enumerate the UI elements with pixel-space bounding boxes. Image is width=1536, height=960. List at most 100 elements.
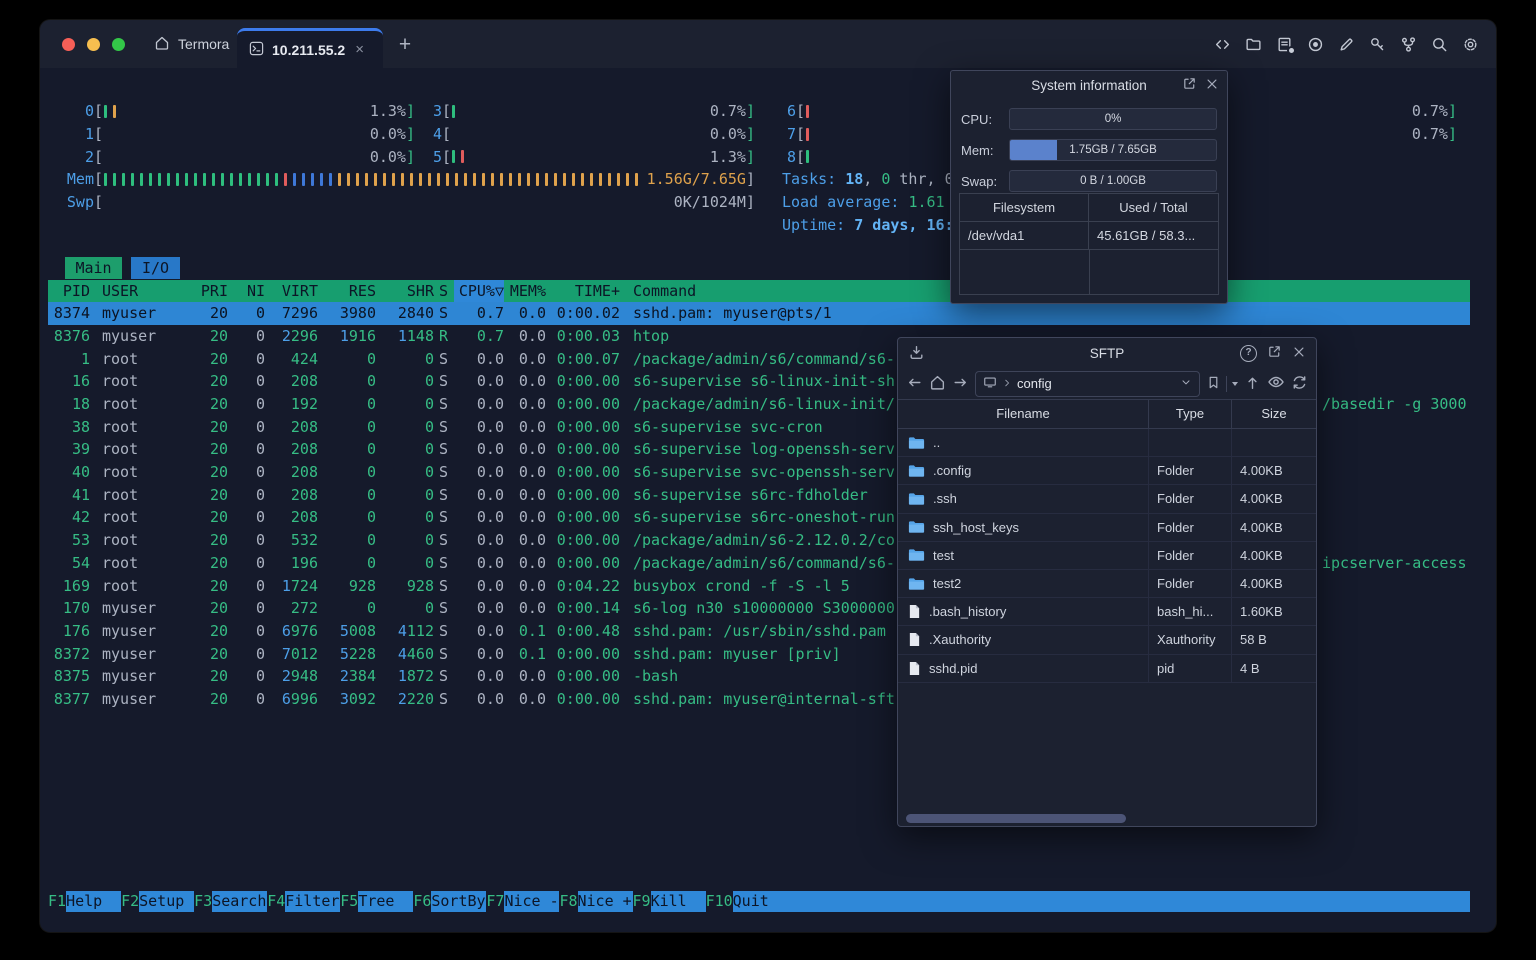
minimize-window-button[interactable] bbox=[87, 38, 100, 51]
sftp-file-row[interactable]: test2 Folder 4.00KB bbox=[898, 569, 1316, 599]
filesystem-row[interactable]: /dev/vda1 45.61GB / 58.3... bbox=[960, 222, 1218, 250]
file-size-cell: 4.00KB bbox=[1240, 463, 1283, 479]
column-header: SHR bbox=[406, 281, 434, 300]
fkey-f5[interactable]: F5 Tree bbox=[340, 891, 414, 912]
fkey-f1[interactable]: F1 Help bbox=[48, 891, 122, 912]
close-panel-icon[interactable] bbox=[1205, 77, 1219, 94]
folder-icon bbox=[908, 436, 925, 450]
sysinfo-swap-row: Swap: 0 B / 1.00GB bbox=[961, 170, 1217, 192]
download-icon[interactable] bbox=[908, 344, 925, 364]
notes-icon[interactable] bbox=[1272, 32, 1296, 56]
back-icon[interactable] bbox=[906, 374, 923, 394]
file-name: test2 bbox=[933, 576, 962, 592]
help-icon[interactable]: ? bbox=[1240, 344, 1257, 362]
open-in-window-icon[interactable] bbox=[1182, 76, 1197, 94]
column-header: TIME+ bbox=[574, 281, 620, 300]
sftp-file-row[interactable]: ssh_host_keys Folder 4.00KB bbox=[898, 513, 1316, 542]
folder-icon bbox=[908, 492, 925, 506]
home-icon[interactable] bbox=[929, 374, 946, 394]
bookmark-icon[interactable] bbox=[1206, 375, 1221, 393]
bookmark-dropdown-icon[interactable] bbox=[1232, 381, 1238, 386]
cpu-meter-5: 5[1.3%] bbox=[432, 147, 755, 166]
folder-icon[interactable] bbox=[1241, 32, 1265, 56]
sysinfo-mem-row: Mem: 1.75GB / 7.65GB bbox=[961, 139, 1217, 161]
sftp-header: SFTP ? bbox=[898, 338, 1316, 368]
breadcrumb-folder-label[interactable]: config bbox=[1017, 376, 1052, 391]
sftp-file-row[interactable]: test Folder 4.00KB bbox=[898, 541, 1316, 570]
filesystem-column-header[interactable]: Filesystem bbox=[960, 194, 1089, 221]
filename-column-header[interactable]: Filename bbox=[898, 400, 1149, 428]
sftp-file-row[interactable]: .Xauthority Xauthority 58 B bbox=[898, 626, 1316, 655]
sftp-table-header: Filename Type Size bbox=[898, 399, 1316, 429]
fkey-f8[interactable]: F8 Nice + bbox=[559, 891, 633, 912]
open-in-window-icon[interactable] bbox=[1267, 344, 1282, 362]
load-line: Load average: 1.61 1 bbox=[782, 192, 963, 211]
sftp-file-row[interactable]: .. bbox=[898, 429, 1316, 458]
column-header: PID bbox=[62, 281, 90, 300]
cpu-label: CPU: bbox=[961, 111, 993, 127]
fkey-f9[interactable]: F9 Kill bbox=[633, 891, 706, 912]
code-icon[interactable] bbox=[1210, 32, 1234, 56]
close-window-button[interactable] bbox=[62, 38, 75, 51]
htop-tab-main[interactable]: Main bbox=[65, 257, 122, 279]
sftp-file-row[interactable]: .ssh Folder 4.00KB bbox=[898, 485, 1316, 514]
size-column-header[interactable]: Size bbox=[1232, 400, 1316, 428]
used-total-column-header[interactable]: Used / Total bbox=[1089, 194, 1218, 221]
mem-progressbar: 1.75GB / 7.65GB bbox=[1009, 139, 1217, 161]
upload-icon[interactable] bbox=[1244, 374, 1261, 394]
cpu-progressbar: 0% bbox=[1009, 108, 1217, 130]
fkey-f3[interactable]: F3 Search bbox=[194, 891, 268, 912]
search-icon[interactable] bbox=[1427, 32, 1451, 56]
column-header: NI bbox=[246, 281, 265, 300]
file-name-cell: .. bbox=[898, 429, 1149, 457]
key-icon[interactable] bbox=[1365, 32, 1389, 56]
type-column-header[interactable]: Type bbox=[1149, 400, 1232, 428]
record-icon[interactable] bbox=[1303, 32, 1327, 56]
chevron-down-icon[interactable] bbox=[1180, 376, 1192, 391]
file-size-cell: 4.00KB bbox=[1240, 575, 1283, 591]
close-panel-icon[interactable] bbox=[1292, 345, 1306, 362]
file-size-cell: 58 B bbox=[1240, 632, 1267, 648]
filesystem-table-empty-area bbox=[960, 250, 1218, 294]
tab-ssh-session[interactable]: 10.211.55.2 × bbox=[237, 28, 383, 68]
file-icon bbox=[908, 632, 921, 647]
zoom-window-button[interactable] bbox=[112, 38, 125, 51]
cpu-meter-1: 1[0.0%] bbox=[84, 125, 415, 144]
fkey-f4[interactable]: F4 Filter bbox=[267, 891, 341, 912]
fkey-f6[interactable]: F6 SortBy bbox=[413, 891, 487, 912]
column-header: S bbox=[439, 281, 449, 300]
file-size-cell: 4 B bbox=[1240, 660, 1260, 676]
sftp-file-row[interactable]: sshd.pid pid 4 B bbox=[898, 654, 1316, 683]
file-name: .bash_history bbox=[929, 604, 1007, 620]
folder-icon bbox=[908, 548, 925, 562]
path-breadcrumb[interactable]: config bbox=[975, 370, 1200, 397]
pencil-icon[interactable] bbox=[1334, 32, 1358, 56]
htop-tab-io[interactable]: I/O bbox=[131, 257, 180, 279]
settings-gear-icon[interactable] bbox=[1458, 32, 1482, 56]
forward-icon[interactable] bbox=[952, 374, 969, 394]
refresh-icon[interactable] bbox=[1291, 374, 1308, 394]
new-tab-button[interactable]: + bbox=[392, 32, 418, 58]
show-hidden-eye-icon[interactable] bbox=[1267, 373, 1285, 394]
sftp-file-row[interactable]: .config Folder 4.00KB bbox=[898, 457, 1316, 486]
file-type-cell: Folder bbox=[1149, 569, 1232, 598]
file-name-cell: .ssh bbox=[898, 485, 1149, 513]
file-size-cell: 4.00KB bbox=[1240, 547, 1283, 563]
file-name: sshd.pid bbox=[929, 660, 978, 676]
filesystem-used-total: 45.61GB / 58.3... bbox=[1097, 228, 1196, 243]
file-name: ssh_host_keys bbox=[933, 519, 1019, 535]
titlebar-toolbar bbox=[1210, 20, 1482, 68]
column-header: CPU%▽ bbox=[454, 279, 504, 303]
process-row[interactable]: 8374 myuser 20 0 7296 3980 2840 S 0.7 0.0 0:00.02 s… bbox=[48, 302, 1470, 325]
branch-icon[interactable] bbox=[1396, 32, 1420, 56]
htop-table-header[interactable]: PID USER PRI NI VIRT RES SHR S CPU%▽ MEM% TIME+ Com… bbox=[48, 279, 1470, 303]
tab-termora-home[interactable]: Termora bbox=[140, 20, 243, 68]
sftp-file-row[interactable]: .bash_history bash_hi... 1.60KB bbox=[898, 598, 1316, 627]
fkey-f7[interactable]: F7 Nice - bbox=[486, 891, 560, 912]
close-tab-icon[interactable]: × bbox=[355, 41, 364, 58]
cpu-meter-0: 0[1.3%] bbox=[84, 102, 415, 121]
horizontal-scrollbar-thumb[interactable] bbox=[906, 814, 1126, 823]
file-name: .. bbox=[933, 435, 941, 451]
fkey-f10[interactable]: F10 Quit bbox=[706, 891, 788, 912]
fkey-f2[interactable]: F2 Setup bbox=[121, 891, 195, 912]
